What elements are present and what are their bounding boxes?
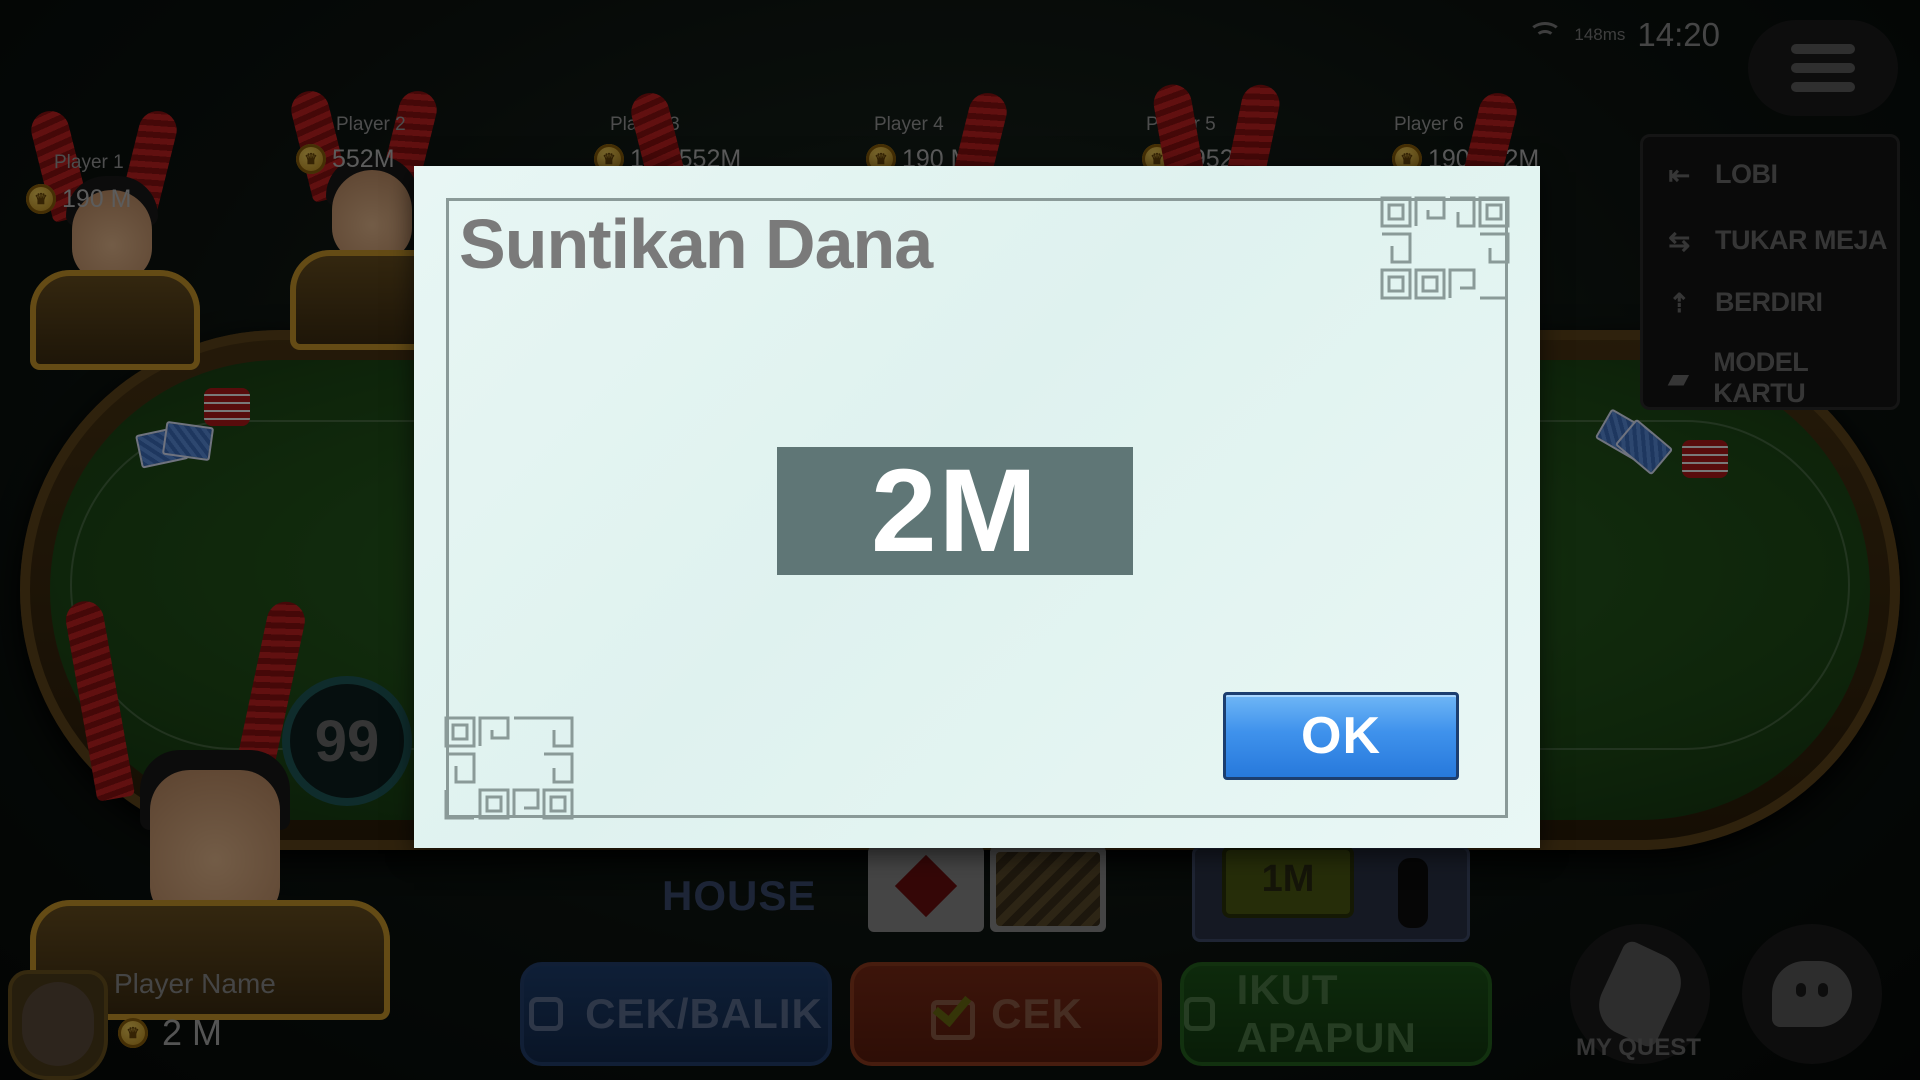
amount-value: 2M — [871, 445, 1039, 577]
fund-injection-dialog: Suntikan Dana 2M OK — [414, 166, 1540, 848]
corner-ornament-icon — [444, 716, 574, 820]
amount-display: 2M — [777, 445, 1133, 577]
corner-ornament-icon — [1380, 196, 1510, 300]
game-table-scene: Player 1 ♛190 M Player 2 ♛552M Player 3 … — [0, 0, 1920, 1080]
ok-button-label: OK — [1301, 707, 1381, 765]
dialog-title: Suntikan Dana — [459, 205, 933, 283]
ok-button[interactable]: OK — [1223, 692, 1459, 780]
